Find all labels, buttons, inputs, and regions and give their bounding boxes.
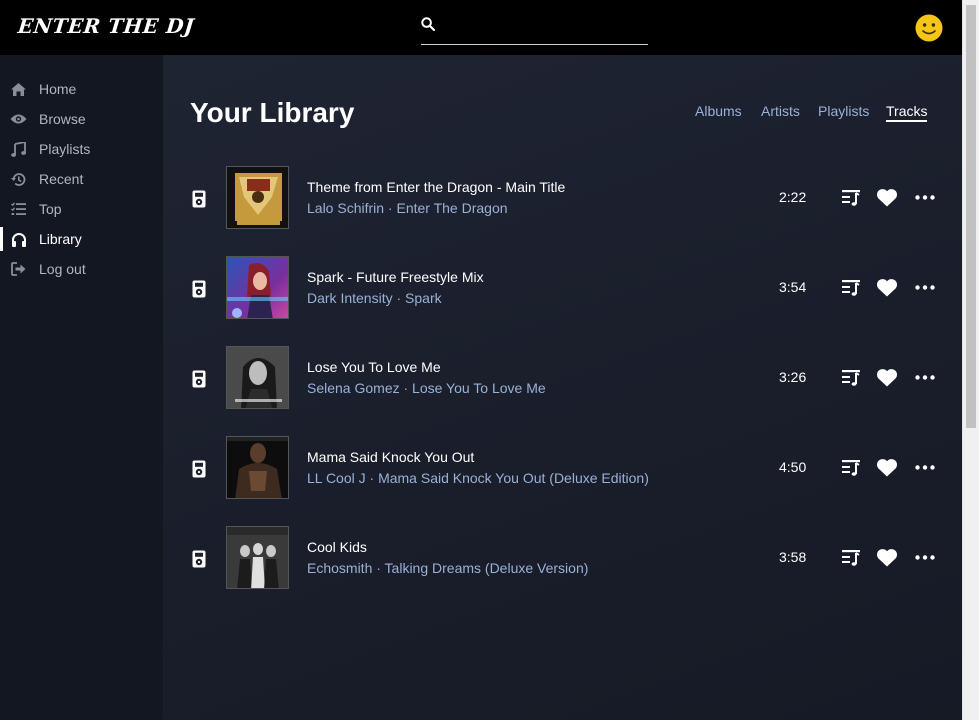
tab-playlists[interactable]: Playlists xyxy=(818,103,869,119)
track-title[interactable]: Mama Said Knock You Out xyxy=(307,449,474,465)
album-art xyxy=(226,436,289,499)
album-art xyxy=(226,526,289,589)
album-art xyxy=(226,256,289,319)
more-options-icon[interactable] xyxy=(913,186,937,208)
add-to-queue-icon[interactable] xyxy=(839,546,863,568)
sidebar-item-label: Top xyxy=(39,201,62,217)
track-title[interactable]: Cool Kids xyxy=(307,539,367,555)
heart-icon[interactable] xyxy=(875,546,899,568)
sidebar-item-label: Home xyxy=(39,81,77,97)
logout-icon xyxy=(10,261,27,277)
track-duration: 4:50 xyxy=(779,459,807,475)
heart-icon[interactable] xyxy=(875,276,899,298)
heart-icon[interactable] xyxy=(875,456,899,478)
album-art xyxy=(226,346,289,409)
ipod-icon xyxy=(192,370,206,388)
sidebar-item-logout[interactable]: Log out xyxy=(0,254,163,284)
add-to-queue-icon[interactable] xyxy=(839,276,863,298)
tab-albums[interactable]: Albums xyxy=(695,103,742,119)
track-row[interactable]: Theme from Enter the Dragon - Main Title… xyxy=(163,165,962,229)
scrollbar-thumb[interactable] xyxy=(966,5,976,428)
ipod-icon xyxy=(192,280,206,298)
track-row[interactable]: Mama Said Knock You Out LL Cool J · Mama… xyxy=(163,435,962,499)
track-subtitle[interactable]: LL Cool J · Mama Said Knock You Out (Del… xyxy=(307,470,649,486)
sidebar-item-label: Log out xyxy=(39,261,86,277)
library-panel: Your Library Albums Artists Playlists Tr… xyxy=(163,55,962,720)
sidebar-item-label: Browse xyxy=(39,111,86,127)
ranked-list-icon xyxy=(10,201,27,217)
track-subtitle[interactable]: Echosmith · Talking Dreams (Deluxe Versi… xyxy=(307,560,588,576)
track-duration: 3:26 xyxy=(779,369,807,385)
track-title[interactable]: Theme from Enter the Dragon - Main Title xyxy=(307,179,565,195)
track-title[interactable]: Spark - Future Freestyle Mix xyxy=(307,269,484,285)
track-subtitle[interactable]: Selena Gomez · Lose You To Love Me xyxy=(307,380,546,396)
top-bar: ENTER THE DJ xyxy=(0,0,962,55)
ipod-icon xyxy=(192,460,206,478)
history-icon xyxy=(10,171,27,187)
add-to-queue-icon[interactable] xyxy=(839,366,863,388)
track-subtitle[interactable]: Dark Intensity · Spark xyxy=(307,290,442,306)
track-row[interactable]: Spark - Future Freestyle Mix Dark Intens… xyxy=(163,255,962,319)
sidebar-item-top[interactable]: Top xyxy=(0,194,163,224)
home-icon xyxy=(10,81,27,97)
tab-tracks[interactable]: Tracks xyxy=(886,103,928,122)
heart-icon[interactable] xyxy=(875,366,899,388)
track-row[interactable]: Cool Kids Echosmith · Talking Dreams (De… xyxy=(163,525,962,589)
track-duration: 3:54 xyxy=(779,279,807,295)
search-box[interactable] xyxy=(421,11,648,45)
add-to-queue-icon[interactable] xyxy=(839,186,863,208)
library-tabs: Albums Artists Playlists Tracks xyxy=(163,103,962,125)
more-options-icon[interactable] xyxy=(913,546,937,568)
ipod-icon xyxy=(192,550,206,568)
heart-icon[interactable] xyxy=(875,186,899,208)
sidebar-item-home[interactable]: Home xyxy=(0,74,163,104)
add-to-queue-icon[interactable] xyxy=(839,456,863,478)
track-row[interactable]: Lose You To Love Me Selena Gomez · Lose … xyxy=(163,345,962,409)
eye-icon xyxy=(10,111,27,127)
track-title[interactable]: Lose You To Love Me xyxy=(307,359,441,375)
track-duration: 3:58 xyxy=(779,549,807,565)
headphones-icon xyxy=(10,231,27,247)
more-options-icon[interactable] xyxy=(913,456,937,478)
more-options-icon[interactable] xyxy=(913,366,937,388)
sidebar-item-playlists[interactable]: Playlists xyxy=(0,134,163,164)
app-logo[interactable]: ENTER THE DJ xyxy=(17,14,196,38)
album-art xyxy=(226,166,289,229)
sidebar-item-library[interactable]: Library xyxy=(0,224,163,254)
vertical-scrollbar[interactable] xyxy=(962,0,979,720)
track-subtitle[interactable]: Lalo Schifrin · Enter The Dragon xyxy=(307,200,508,216)
tab-artists[interactable]: Artists xyxy=(761,103,800,119)
user-avatar-icon[interactable] xyxy=(915,14,943,42)
track-duration: 2:22 xyxy=(779,189,807,205)
sidebar: Home Browse Playlists Recent Top Library xyxy=(0,55,163,720)
sidebar-item-label: Recent xyxy=(39,171,84,187)
music-note-icon xyxy=(10,141,27,157)
sidebar-item-label: Library xyxy=(39,231,82,247)
sidebar-item-label: Playlists xyxy=(39,141,91,157)
search-icon xyxy=(421,17,435,31)
sidebar-item-recent[interactable]: Recent xyxy=(0,164,163,194)
more-options-icon[interactable] xyxy=(913,276,937,298)
search-input[interactable] xyxy=(443,13,643,41)
ipod-icon xyxy=(192,190,206,208)
sidebar-item-browse[interactable]: Browse xyxy=(0,104,163,134)
